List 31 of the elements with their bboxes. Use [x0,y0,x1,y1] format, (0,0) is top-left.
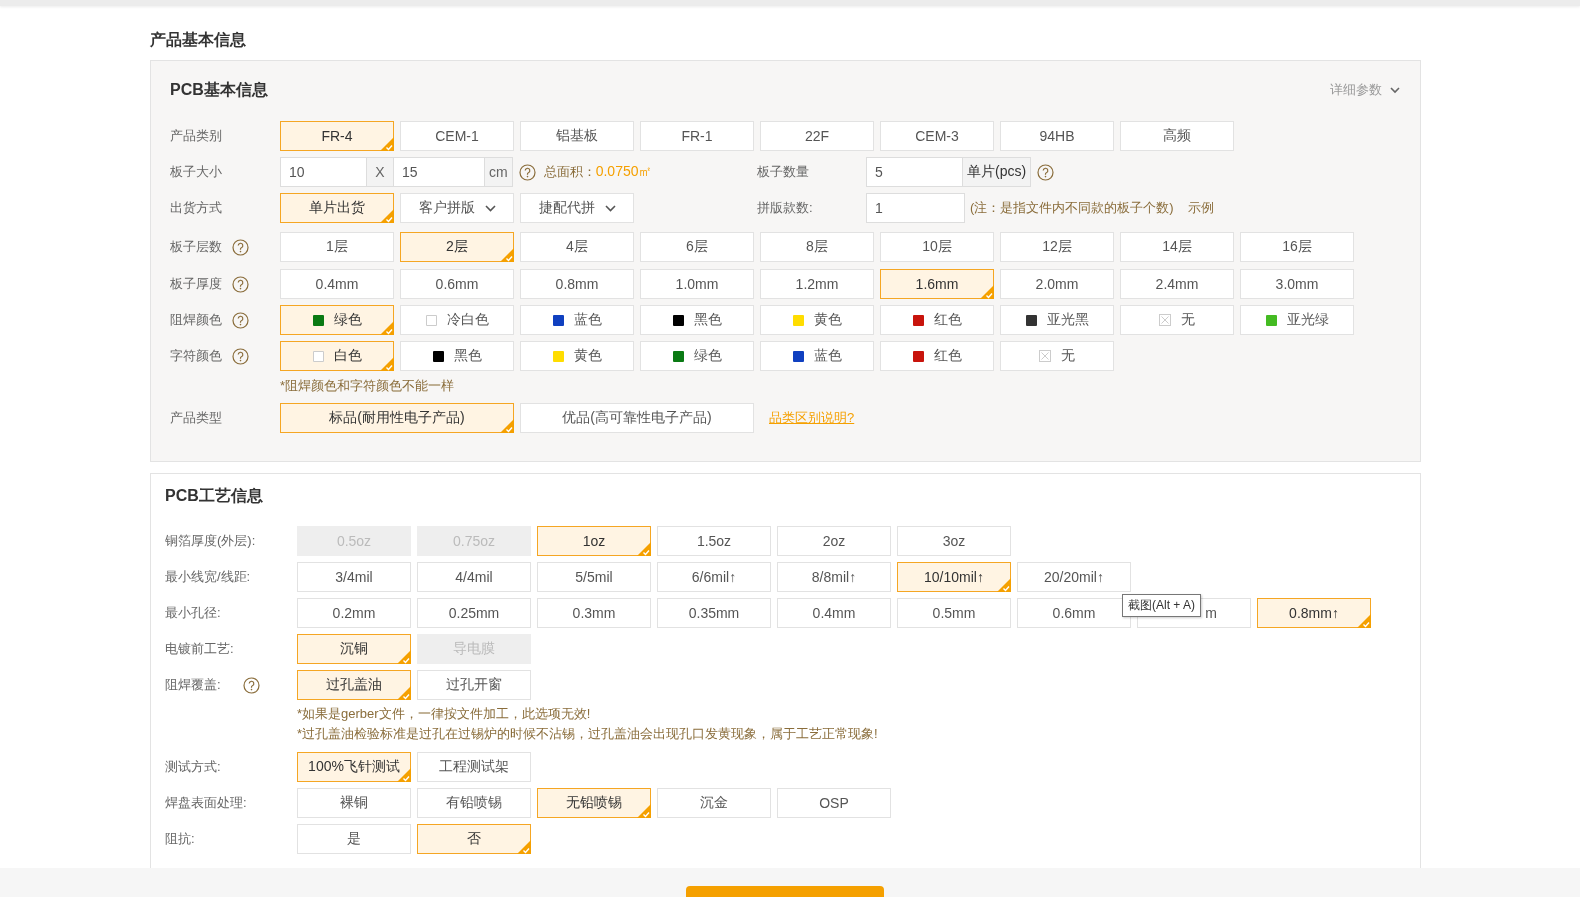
field-label: 铜箔厚度(外层): [165,532,256,550]
note-text: *如果是gerber文件，一律按文件加工，此选项无效! [297,705,592,723]
area-label: 总面积： [543,163,596,181]
tooltip: 截图(Alt + A) [1122,594,1201,617]
field-label: 阻抗: [165,830,195,848]
note-text: *过孔盖油检验标准是过孔在过锡炉的时候不沾锡，过孔盖油会出现孔口发黄现象，属于工艺正常现象! [297,725,879,743]
hint-text: (注：是指文件内不同款的板子个数) [970,199,1174,217]
field-label: 最小线宽/线距: [165,568,251,586]
section-title: 产品基本信息 [150,30,247,50]
field-label: 最小孔径: [165,604,221,622]
panel-title: PCB基本信息 [170,79,268,100]
field-label: 电镀前工艺: [165,640,234,658]
size-separator: X [367,157,394,187]
field-label: 产品类型 [170,409,222,427]
field-label: 字符颜色 [170,347,222,365]
unit-label: cm [485,157,513,187]
area-value: 0.0750㎡ [595,163,653,181]
field-label: 板子层数 [170,238,222,256]
field-label: 出货方式 [170,199,222,217]
unit-label: 单片(pcs) [963,157,1032,187]
field-label: 阻焊覆盖: [165,676,221,694]
field-label: 测试方式: [165,758,221,776]
field-label: 板子大小 [170,163,222,181]
note-text: *阻焊颜色和字符颜色不能一样 [280,377,455,395]
field-label: 阻焊颜色 [170,311,222,329]
field-label: 板子厚度 [170,275,222,293]
field-label: 拼版款数: [757,199,814,217]
field-label: 产品类别 [170,127,222,145]
panel-title: PCB工艺信息 [165,486,264,506]
field-label: 焊盘表面处理: [165,794,247,812]
field-label: 板子数量 [757,163,810,181]
